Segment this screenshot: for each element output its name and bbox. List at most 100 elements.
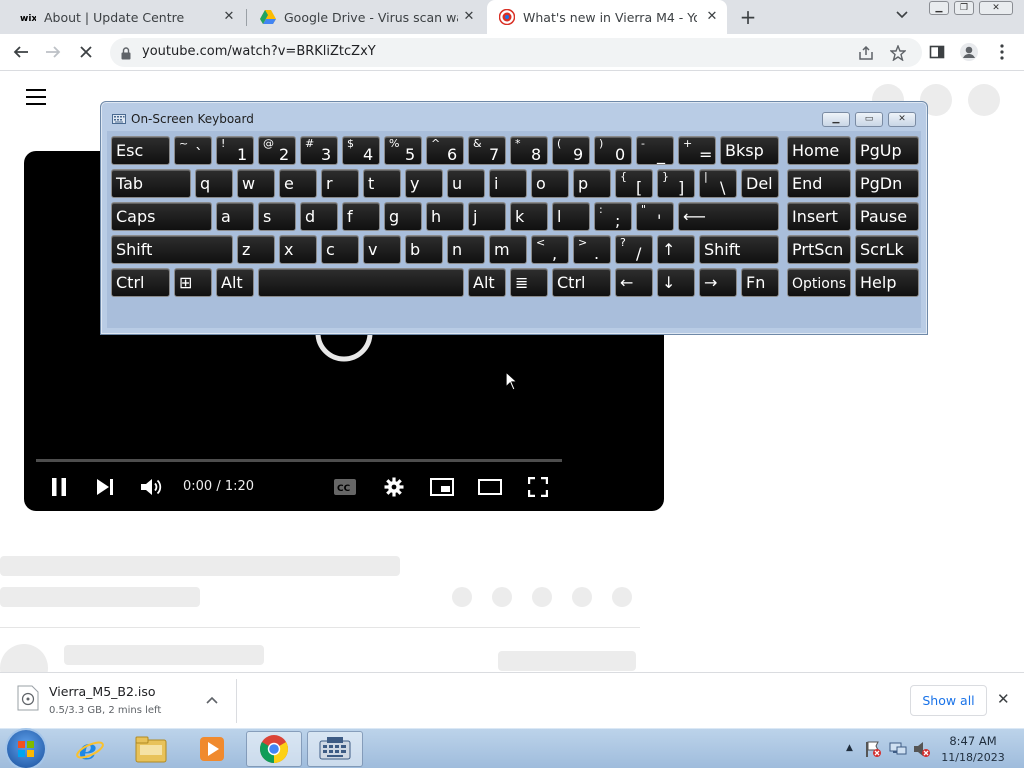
key-l[interactable]: l bbox=[552, 202, 590, 231]
key-`[interactable]: ~ ` bbox=[174, 136, 212, 165]
download-filename[interactable]: Vierra_M5_B2.iso bbox=[49, 684, 156, 699]
key-\[interactable]: | \ bbox=[699, 169, 737, 198]
taskbar-on-screen-keyboard[interactable] bbox=[307, 731, 363, 767]
key-bksp[interactable]: Bksp bbox=[720, 136, 779, 165]
key-o[interactable]: o bbox=[531, 169, 569, 198]
taskbar-chrome[interactable] bbox=[246, 731, 302, 767]
osk-minimize-button[interactable]: ▁ bbox=[822, 112, 850, 127]
key-][interactable]: }] bbox=[657, 169, 695, 198]
taskbar-media-player[interactable] bbox=[184, 731, 240, 767]
menu-kebab-icon[interactable] bbox=[992, 42, 1012, 62]
key-j[interactable]: j bbox=[468, 202, 506, 231]
key-esc[interactable]: Esc bbox=[111, 136, 170, 165]
close-tab-icon[interactable]: ✕ bbox=[222, 10, 236, 24]
key-prtscn[interactable]: PrtScn bbox=[787, 235, 851, 264]
new-tab-button[interactable]: + bbox=[738, 7, 758, 27]
hamburger-menu-icon[interactable] bbox=[26, 89, 46, 105]
key-↓[interactable]: ↓ bbox=[657, 268, 695, 297]
key-h[interactable]: h bbox=[426, 202, 464, 231]
key-tab[interactable]: Tab bbox=[111, 169, 191, 198]
key-,[interactable]: <, bbox=[531, 235, 569, 264]
key-0[interactable]: ) 0 bbox=[594, 136, 632, 165]
close-tab-icon[interactable]: ✕ bbox=[462, 10, 476, 24]
key-r[interactable]: r bbox=[321, 169, 359, 198]
key-shift[interactable]: Shift bbox=[111, 235, 233, 264]
key-5[interactable]: % 5 bbox=[384, 136, 422, 165]
reload-stop-icon[interactable] bbox=[76, 42, 96, 62]
key-del[interactable]: Del bbox=[741, 169, 779, 198]
key-⟵[interactable]: ⟵ bbox=[678, 202, 779, 231]
network-icon[interactable] bbox=[889, 740, 907, 758]
side-panel-icon[interactable] bbox=[927, 42, 947, 62]
key-e[interactable]: e bbox=[279, 169, 317, 198]
key-a[interactable]: a bbox=[216, 202, 254, 231]
key-g[interactable]: g bbox=[384, 202, 422, 231]
url-text[interactable]: youtube.com/watch?v=BRKliZtcZxY bbox=[142, 44, 376, 59]
key-4[interactable]: $4 bbox=[342, 136, 380, 165]
key-=[interactable]: + = bbox=[678, 136, 716, 165]
key-/[interactable]: ? / bbox=[615, 235, 653, 264]
taskbar-internet-explorer[interactable]: e bbox=[62, 731, 118, 767]
key-z[interactable]: z bbox=[237, 235, 275, 264]
tab-wix[interactable]: wix About | Update Centre ✕ bbox=[8, 0, 244, 34]
fullscreen-icon[interactable] bbox=[526, 475, 550, 499]
key-n[interactable]: n bbox=[447, 235, 485, 264]
key-scrlk[interactable]: ScrLk bbox=[855, 235, 919, 264]
restore-window-button[interactable]: ❐ bbox=[954, 1, 974, 15]
key-→[interactable]: → bbox=[699, 268, 737, 297]
key-7[interactable]: & 7 bbox=[468, 136, 506, 165]
address-bar[interactable]: youtube.com/watch?v=BRKliZtcZxY bbox=[110, 38, 922, 67]
key-caps[interactable]: Caps bbox=[111, 202, 212, 231]
key-pgup[interactable]: PgUp bbox=[855, 136, 919, 165]
key-y[interactable]: y bbox=[405, 169, 443, 198]
theater-mode-icon[interactable] bbox=[478, 475, 502, 499]
volume-muted-icon[interactable] bbox=[913, 740, 931, 758]
osk-maximize-button[interactable]: ▭ bbox=[855, 112, 883, 127]
key-x[interactable]: x bbox=[279, 235, 317, 264]
minimize-window-button[interactable]: ▁ bbox=[929, 1, 949, 15]
subtitles-cc-icon[interactable]: CC bbox=[333, 475, 357, 499]
show-hidden-icons-icon[interactable]: ▲ bbox=[846, 743, 853, 753]
osk-close-button[interactable]: ✕ bbox=[888, 112, 916, 127]
key-d[interactable]: d bbox=[300, 202, 338, 231]
tab-google-drive[interactable]: Google Drive - Virus scan warnin ✕ bbox=[248, 0, 484, 34]
close-download-shelf-icon[interactable]: ✕ bbox=[997, 690, 1010, 708]
next-video-button[interactable] bbox=[93, 475, 117, 499]
lock-icon[interactable] bbox=[121, 45, 131, 64]
key-←[interactable]: ← bbox=[615, 268, 653, 297]
key-m[interactable]: m bbox=[489, 235, 527, 264]
back-arrow-icon[interactable] bbox=[11, 42, 31, 62]
key-s[interactable]: s bbox=[258, 202, 296, 231]
key-insert[interactable]: Insert bbox=[787, 202, 851, 231]
key-w[interactable]: w bbox=[237, 169, 275, 198]
key-≣[interactable]: ≣ bbox=[510, 268, 548, 297]
key-f[interactable]: f bbox=[342, 202, 380, 231]
profile-avatar-icon[interactable] bbox=[959, 42, 979, 62]
key-1[interactable]: ! 1 bbox=[216, 136, 254, 165]
key-shift[interactable]: Shift bbox=[699, 235, 779, 264]
key-;[interactable]: :; bbox=[594, 202, 632, 231]
key-8[interactable]: * 8 bbox=[510, 136, 548, 165]
key-u[interactable]: u bbox=[447, 169, 485, 198]
key-alt[interactable]: Alt bbox=[468, 268, 506, 297]
volume-icon[interactable] bbox=[140, 475, 164, 499]
key-ctrl[interactable]: Ctrl bbox=[552, 268, 611, 297]
download-options-chevron-icon[interactable] bbox=[206, 693, 218, 707]
key-c[interactable]: c bbox=[321, 235, 359, 264]
clock-date[interactable]: 11/18/2023 bbox=[940, 751, 1006, 764]
key-pause[interactable]: Pause bbox=[855, 202, 919, 231]
key-k[interactable]: k bbox=[510, 202, 548, 231]
key-alt[interactable]: Alt bbox=[216, 268, 254, 297]
settings-gear-icon[interactable] bbox=[382, 475, 406, 499]
progress-bar[interactable] bbox=[36, 459, 562, 462]
key-b[interactable]: b bbox=[405, 235, 443, 264]
taskbar-file-explorer[interactable] bbox=[123, 731, 179, 767]
key-'[interactable]: " ' bbox=[636, 202, 674, 231]
action-center-flag-icon[interactable] bbox=[864, 740, 882, 758]
key-ctrl[interactable]: Ctrl bbox=[111, 268, 170, 297]
key-_[interactable]: - _ bbox=[636, 136, 674, 165]
tab-search-chevron-icon[interactable] bbox=[896, 8, 908, 22]
key-9[interactable]: (9 bbox=[552, 136, 590, 165]
close-tab-icon[interactable]: ✕ bbox=[705, 10, 719, 24]
key-6[interactable]: ^ 6 bbox=[426, 136, 464, 165]
